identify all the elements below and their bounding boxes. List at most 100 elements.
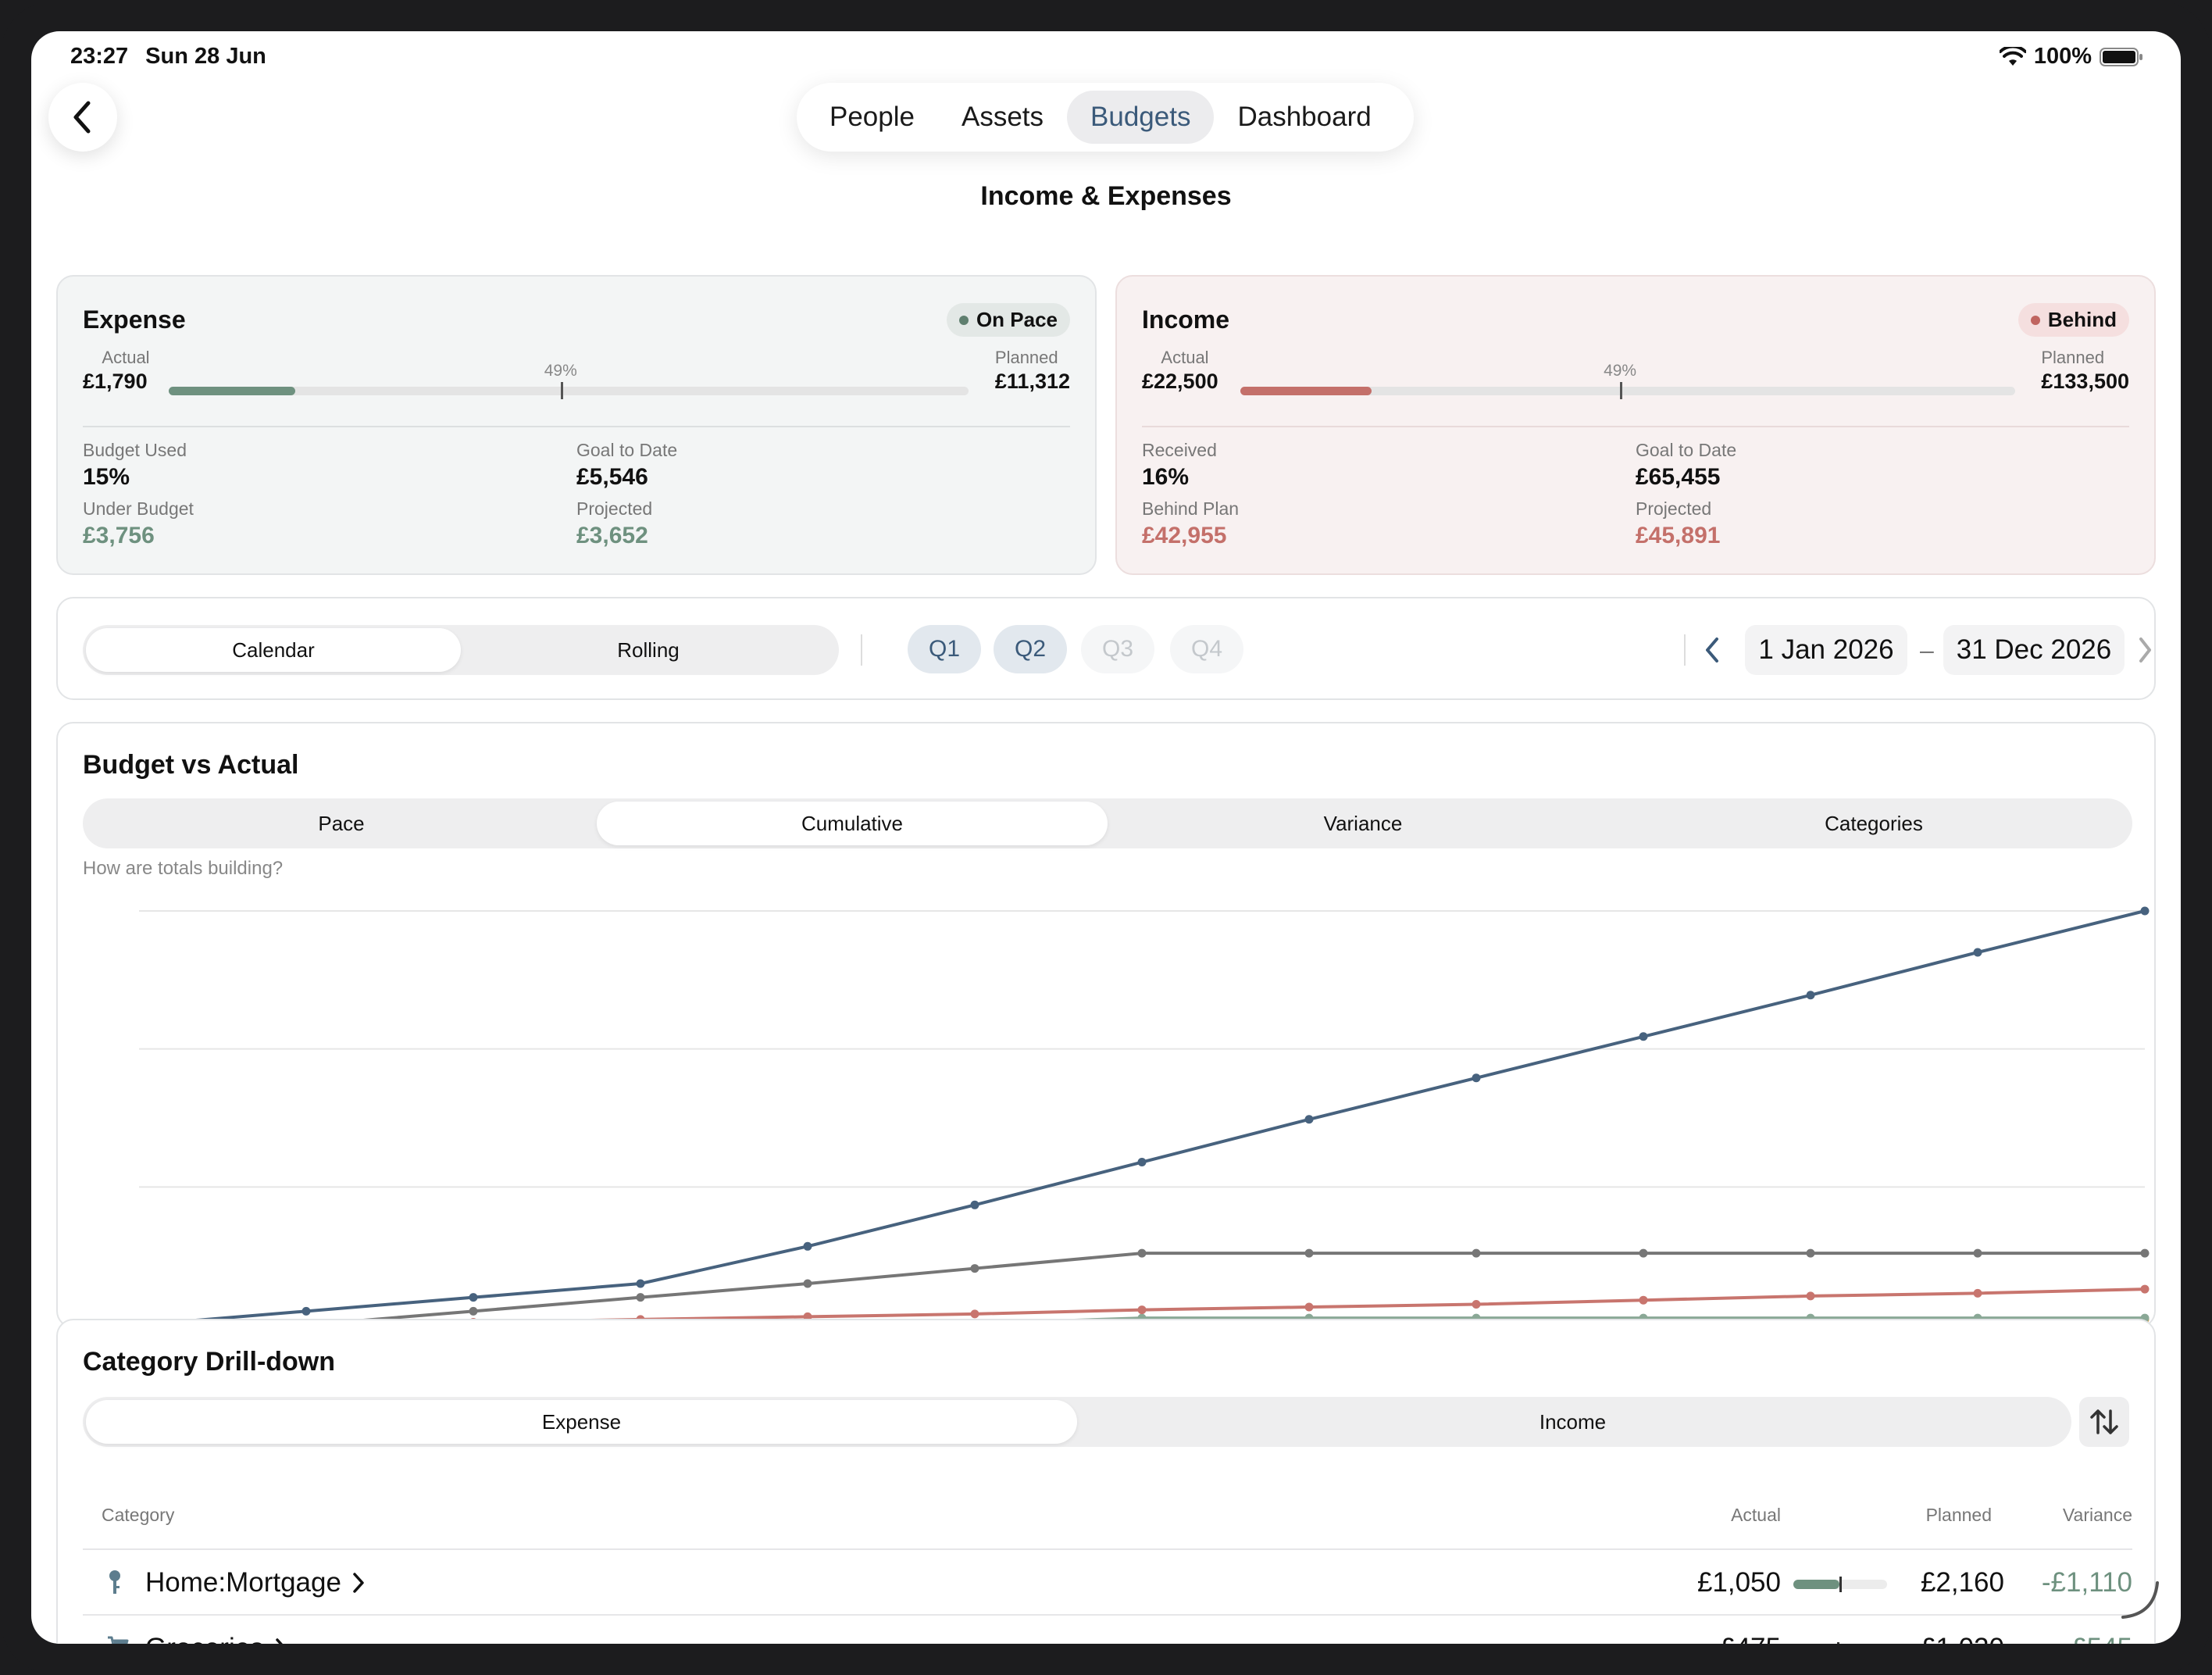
data-point <box>1806 991 1815 1000</box>
stat-label: Goal to Date <box>1636 440 1737 460</box>
variance-value: -£545 <box>1976 1633 2132 1644</box>
quarter-q1[interactable]: Q1 <box>908 625 981 673</box>
stat-label: Under Budget <box>83 498 194 519</box>
status-bar-left: 23:27 Sun 28 Jun <box>70 44 266 70</box>
status-bar-right: 100% <box>1999 44 2143 70</box>
row-progress-fill <box>1793 1580 1839 1589</box>
mode-calendar[interactable]: Calendar <box>86 628 461 672</box>
page-title: Income & Expenses <box>980 181 1232 211</box>
quarter-q4[interactable]: Q4 <box>1170 625 1243 673</box>
stat-label: Goal to Date <box>576 440 678 460</box>
expense-progress: Actual £1,790 49% Planned £11,312 <box>83 348 1070 405</box>
status-badge-label: Behind <box>2047 308 2117 331</box>
status-date: Sun 28 Jun <box>145 44 266 69</box>
row-progress-marker <box>1837 1642 1840 1644</box>
category-name[interactable]: Groceries <box>145 1633 287 1644</box>
date-separator: – <box>1920 636 1934 664</box>
tab-budgets[interactable]: Budgets <box>1067 91 1215 144</box>
pace-marker-label: 49% <box>1604 362 1637 380</box>
data-point <box>2140 1248 2150 1258</box>
stat-label: Projected <box>1636 498 1712 519</box>
divider <box>83 426 1070 427</box>
data-point <box>1806 1291 1815 1301</box>
planned-value: £133,500 <box>2041 370 2129 393</box>
chevron-right-icon <box>353 1573 364 1593</box>
stat-value: 15% <box>83 464 130 490</box>
row-progress-marker <box>1839 1577 1842 1592</box>
data-point <box>1304 1302 1314 1312</box>
data-point <box>1472 1300 1481 1309</box>
period-mode-segmented: Calendar Rolling <box>83 625 839 675</box>
screen: 23:27 Sun 28 Jun 100% People Assets Budg… <box>31 31 2181 1644</box>
stat-value: £42,955 <box>1142 523 1227 548</box>
data-point <box>1639 1032 1648 1041</box>
sort-button[interactable] <box>2079 1397 2129 1447</box>
data-point <box>469 1293 478 1302</box>
status-badge: On Pace <box>946 303 1070 337</box>
stat-label: Behind Plan <box>1142 498 1240 519</box>
table-row[interactable]: Home:Mortgage £1,050 £2,160 -£1,110 <box>83 1548 2132 1614</box>
stat-value: £5,546 <box>576 464 648 490</box>
data-point <box>1137 1305 1147 1315</box>
data-point <box>803 1241 812 1251</box>
data-point <box>1304 1248 1314 1258</box>
quarter-q3[interactable]: Q3 <box>1081 625 1154 673</box>
variance-value: -£1,110 <box>2041 1567 2132 1598</box>
data-point <box>1973 1248 1982 1258</box>
sort-arrows-icon <box>2090 1409 2118 1434</box>
income-summary-card: Income Behind Actual £22,500 49% Planned… <box>1115 275 2156 575</box>
status-dot <box>2030 315 2040 325</box>
tab-assets[interactable]: Assets <box>938 91 1067 144</box>
data-point <box>1973 1288 1982 1298</box>
data-point <box>636 1279 645 1288</box>
divider <box>861 634 862 666</box>
expense-summary-card: Expense On Pace Actual £1,790 49% Planne… <box>56 275 1097 575</box>
stat-value: £45,891 <box>1636 523 1721 548</box>
chevron-right-icon[interactable] <box>2137 636 2153 664</box>
data-point <box>970 1264 979 1273</box>
data-point <box>1806 1248 1815 1258</box>
data-point <box>469 1306 478 1316</box>
pace-marker-label: 49% <box>544 362 577 380</box>
category-name[interactable]: Home:Mortgage <box>145 1567 365 1598</box>
data-point <box>970 1309 979 1319</box>
stat-value: £3,756 <box>83 523 155 548</box>
mode-rolling[interactable]: Rolling <box>461 628 836 672</box>
end-date-field[interactable]: 31 Dec 2026 <box>1943 625 2125 675</box>
progress-bar: 49% <box>1240 362 2015 399</box>
table-row[interactable]: Groceries £475 £1,020 -£545 <box>83 1614 2132 1644</box>
chevron-left-icon[interactable] <box>1703 636 1723 664</box>
start-date-field[interactable]: 1 Jan 2026 <box>1745 625 1907 675</box>
series-line <box>138 909 2146 1327</box>
data-point <box>970 1200 979 1209</box>
progress-bar: 49% <box>169 362 969 399</box>
data-point <box>803 1279 812 1288</box>
category-drilldown-card: Category Drill-down Expense Income Categ… <box>56 1319 2156 1644</box>
quarter-q2[interactable]: Q2 <box>994 625 1067 673</box>
actual-label: Actual <box>102 348 150 367</box>
battery-percent: 100% <box>2033 44 2092 69</box>
tab-people[interactable]: People <box>806 91 938 144</box>
chevron-left-icon <box>73 101 91 134</box>
category-label: Groceries <box>145 1633 264 1644</box>
actual-label: Actual <box>1161 348 1209 367</box>
back-button[interactable] <box>48 83 117 152</box>
status-dot <box>958 315 969 325</box>
stat-label: Received <box>1142 440 1217 460</box>
income-stats: Received 16% Goal to Date £65,455 Behind P… <box>1142 440 2129 549</box>
data-point <box>1472 1248 1481 1258</box>
battery-icon <box>2100 47 2142 66</box>
drilldown-tab-income[interactable]: Income <box>1077 1400 2068 1444</box>
status-time: 23:27 <box>70 44 129 69</box>
top-nav: People Assets Budgets Dashboard <box>797 83 1414 152</box>
stat-value: £3,652 <box>576 523 648 548</box>
drilldown-section-title: Category Drill-down <box>83 1347 336 1377</box>
drilldown-tab-expense[interactable]: Expense <box>86 1400 1077 1444</box>
tab-dashboard[interactable]: Dashboard <box>1214 91 1394 144</box>
column-header-planned: Planned <box>1925 1505 1992 1525</box>
period-selector-card: Calendar Rolling Q1 Q2 Q3 Q4 1 Jan 2026 … <box>56 597 2156 700</box>
status-badge-label: On Pace <box>976 308 1058 331</box>
data-point <box>1639 1295 1648 1305</box>
data-point <box>301 1306 311 1316</box>
income-progress: Actual £22,500 49% Planned £133,500 <box>1142 348 2129 405</box>
